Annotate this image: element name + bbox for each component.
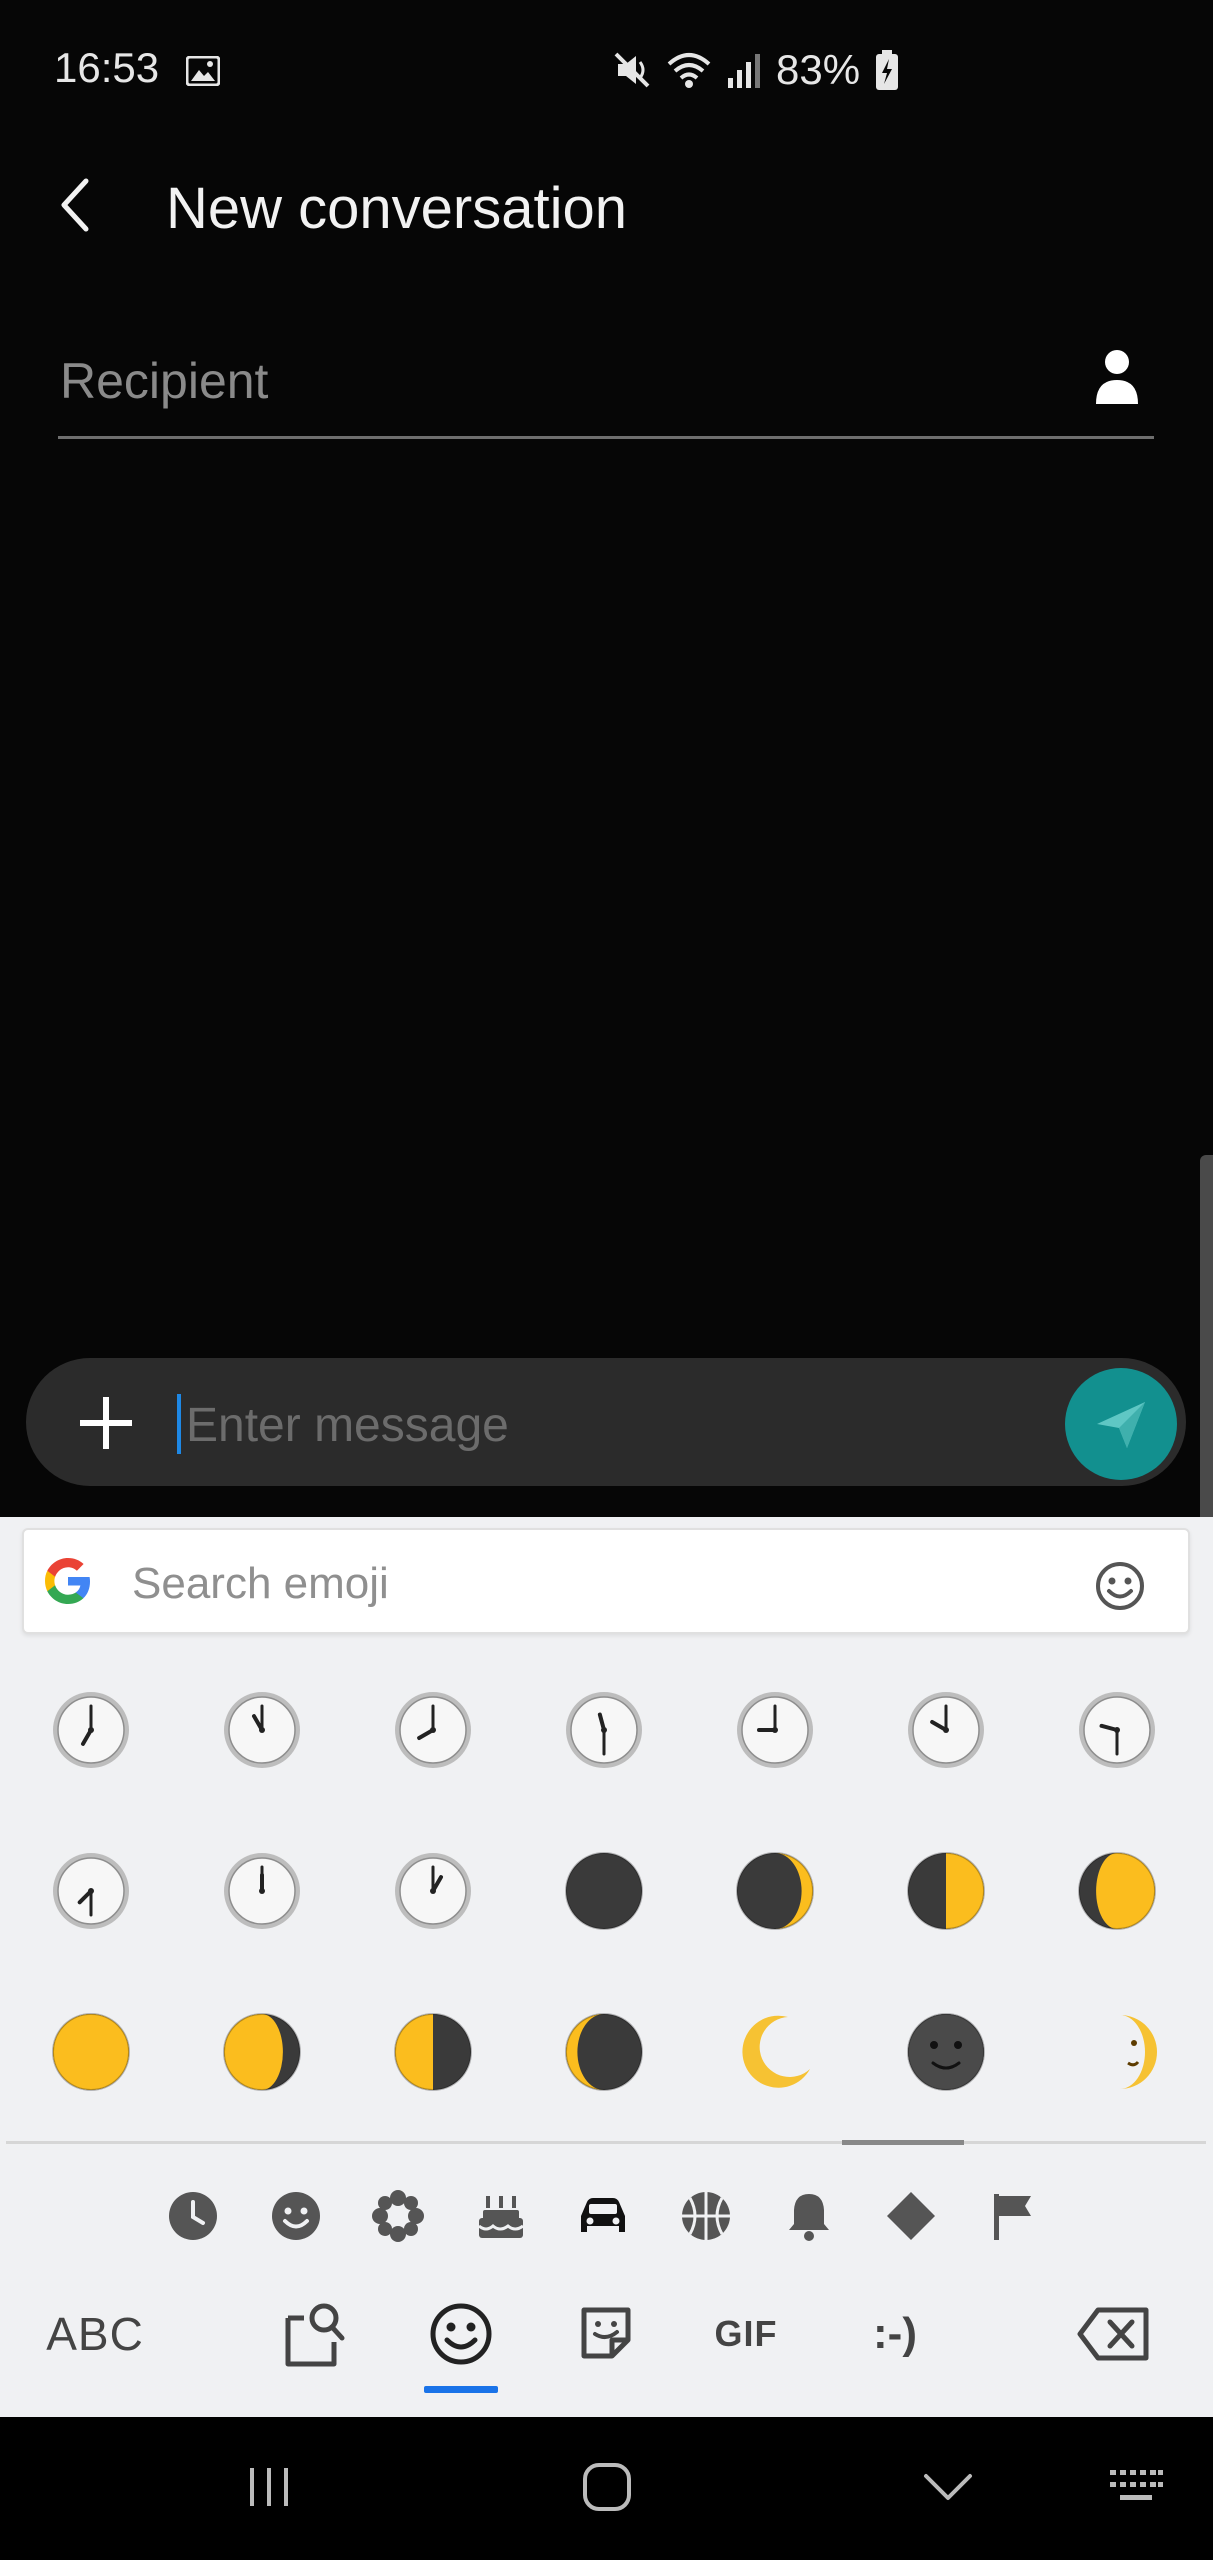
- emoji-crescent-moon[interactable]: [730, 2007, 820, 2097]
- emoticon-key[interactable]: :-): [855, 2296, 935, 2372]
- keyboard-icon[interactable]: [1108, 2462, 1164, 2512]
- recipient-input[interactable]: [58, 345, 1022, 417]
- emoji-waxing-gibbous-moon[interactable]: [1072, 1846, 1162, 1936]
- recents-icon[interactable]: [244, 2462, 294, 2512]
- emoji-waning-gibbous-moon[interactable]: [217, 2007, 307, 2097]
- emoji-first-quarter-moon[interactable]: [901, 1846, 991, 1936]
- back-button[interactable]: [52, 175, 102, 235]
- send-button[interactable]: [1065, 1368, 1177, 1480]
- gif-key[interactable]: GIF: [706, 2296, 786, 2372]
- emoji-waning-crescent-moon[interactable]: [559, 2007, 649, 2097]
- message-input[interactable]: [184, 1384, 1048, 1466]
- recipient-underline: [58, 436, 1154, 439]
- mute-icon: [614, 52, 650, 88]
- emoji-scroll-indicator: [842, 2140, 964, 2145]
- travel-icon[interactable]: [575, 2188, 631, 2244]
- gallery-icon: [186, 56, 220, 86]
- emoji-new-moon[interactable]: [559, 1846, 649, 1936]
- recent-icon[interactable]: [165, 2188, 221, 2244]
- emoji-last-quarter-moon[interactable]: [388, 2007, 478, 2097]
- emoji-clock-7[interactable]: [46, 1685, 136, 1775]
- signal-icon: [728, 54, 760, 88]
- food-icon[interactable]: [473, 2188, 529, 2244]
- nature-icon[interactable]: [370, 2188, 426, 2244]
- status-time: 16:53: [54, 44, 160, 91]
- emoji-clock-9-30[interactable]: [1072, 1685, 1162, 1775]
- emoji-tab[interactable]: [424, 2296, 498, 2372]
- emoji-clock-11[interactable]: [217, 1685, 307, 1775]
- objects-icon[interactable]: [781, 2188, 837, 2244]
- abc-key[interactable]: ABC: [40, 2296, 150, 2372]
- keyboard-divider: [6, 2141, 1206, 2144]
- emoji-keyboard: [0, 1517, 1213, 2417]
- text-cursor: [177, 1394, 181, 1454]
- emoji-clock-12[interactable]: [217, 1846, 307, 1936]
- home-icon[interactable]: [582, 2462, 632, 2512]
- backspace-icon[interactable]: [1076, 2296, 1152, 2372]
- emoji-new-moon-face[interactable]: [901, 2007, 991, 2097]
- symbols-icon[interactable]: [883, 2188, 939, 2244]
- wifi-icon: [667, 53, 711, 88]
- smileys-icon[interactable]: [268, 2188, 324, 2244]
- activity-icon[interactable]: [678, 2188, 734, 2244]
- emoji-clock-10[interactable]: [901, 1685, 991, 1775]
- status-icons: 83%: [612, 46, 900, 93]
- flags-icon[interactable]: [986, 2188, 1042, 2244]
- active-tab-indicator: [424, 2386, 498, 2393]
- send-icon: [1097, 1402, 1145, 1448]
- person-icon[interactable]: [1092, 346, 1142, 406]
- emoji-clock-9[interactable]: [730, 1685, 820, 1775]
- page-title: New conversation: [166, 176, 627, 241]
- emoji-search-input[interactable]: [130, 1548, 1034, 1620]
- emoji-first-quarter-moon-face[interactable]: [1072, 2007, 1162, 2097]
- battery-percentage: 83%: [776, 46, 861, 93]
- emoji-clock-8[interactable]: [388, 1685, 478, 1775]
- emoji-clock-11-30[interactable]: [559, 1685, 649, 1775]
- emoji-full-moon[interactable]: [46, 2007, 136, 2097]
- smiley-icon[interactable]: [1094, 1560, 1146, 1612]
- emoji-clock-7-30[interactable]: [46, 1846, 136, 1936]
- emoji-waxing-crescent-moon[interactable]: [730, 1846, 820, 1936]
- google-logo-icon: [45, 1558, 90, 1604]
- sticker-search-icon[interactable]: [282, 2296, 348, 2372]
- battery-charging-icon: [876, 50, 899, 90]
- plus-icon[interactable]: [76, 1393, 136, 1453]
- sticker-icon[interactable]: [578, 2296, 634, 2372]
- emoji-clock-1[interactable]: [388, 1846, 478, 1936]
- back-down-icon[interactable]: [922, 2462, 974, 2512]
